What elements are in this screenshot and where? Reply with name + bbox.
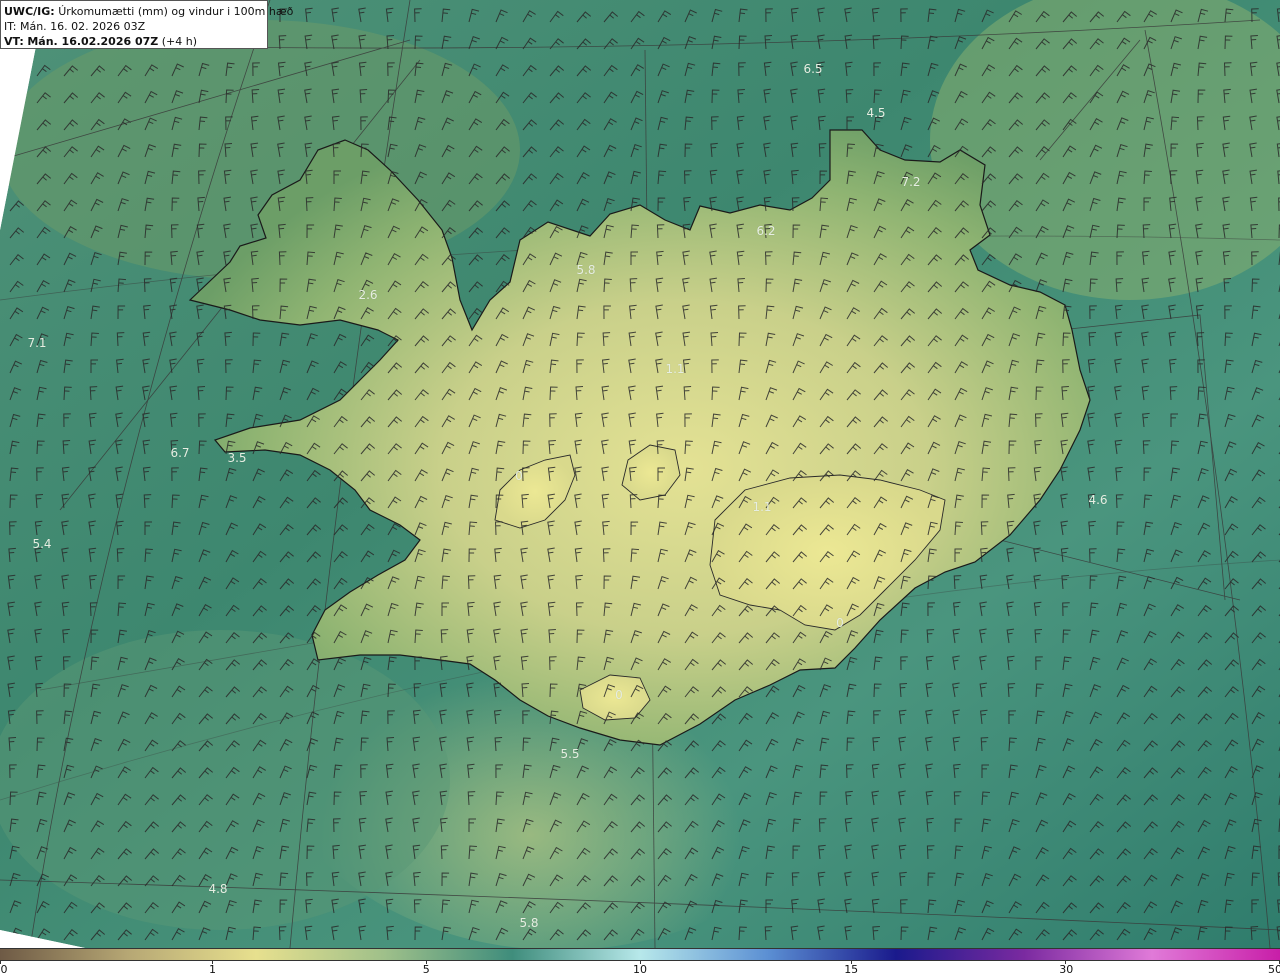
colorbar-tick-label: 1: [208, 963, 216, 976]
map-canvas: [0, 0, 1280, 948]
colorbar-tick-label: 30: [1059, 963, 1074, 976]
precip-value-label: 4.6: [1088, 493, 1108, 507]
precip-value-label: 1.1: [752, 500, 772, 514]
product-code: UWC/IG:: [4, 5, 55, 18]
title-row: UWC/IG: Úrkomumætti (mm) og vindur i 100…: [4, 4, 293, 19]
precip-value-label: 1.1: [665, 362, 685, 376]
precip-value-label: 0: [836, 616, 844, 630]
precip-value-label: 0: [515, 469, 523, 483]
colorbar-tick-label: 10: [633, 963, 647, 976]
init-time: IT: Mán. 16. 02. 2026 03Z: [4, 20, 146, 33]
precip-value-label: 6.7: [170, 446, 190, 460]
info-box: UWC/IG: Úrkomumætti (mm) og vindur i 100…: [0, 0, 293, 49]
precip-value-label: 5.4: [32, 537, 52, 551]
colorbar-tick-label: 0: [0, 963, 8, 976]
precip-value-label: 0: [615, 688, 623, 702]
precip-value-label: 2.6: [358, 288, 378, 302]
colorbar: [0, 948, 1280, 961]
precip-value-label: 6.5: [803, 62, 823, 76]
precip-value-label: 4.8: [208, 882, 228, 896]
precip-value-label: 7.1: [27, 336, 47, 350]
colorbar-ticks: 0 1 5 10 15 30 50: [0, 961, 1280, 978]
map-panel: 6.5 4.5 7.2 6.2 5.8 2.6 7.1 1.1 6.7 3.5 0 1.1 4.6 5.4…: [0, 0, 1280, 948]
field-title: Úrkomumætti (mm) og vindur i 100m hæð: [58, 5, 294, 18]
valid-time: Mán. 16.02.2026 07Z: [27, 35, 159, 48]
colorbar-tick-label: 15: [844, 963, 859, 976]
lead-time: (+4 h): [161, 35, 198, 48]
precip-value-label: 5.5: [560, 747, 580, 761]
valid-prefix: VT:: [4, 35, 24, 48]
valid-time-row: VT: Mán. 16.02.2026 07Z (+4 h): [4, 34, 264, 49]
precip-value-label: 4.5: [866, 106, 886, 120]
precip-value-label: 5.8: [576, 263, 596, 277]
precip-value-label: 7.2: [901, 175, 921, 189]
precip-value-label: 6.2: [756, 224, 776, 238]
precip-value-label: 3.5: [227, 451, 247, 465]
colorbar-tick-label: 50: [1268, 963, 1280, 976]
precip-value-label: 5.8: [519, 916, 539, 930]
colorbar-tick-label: 5: [422, 963, 430, 976]
